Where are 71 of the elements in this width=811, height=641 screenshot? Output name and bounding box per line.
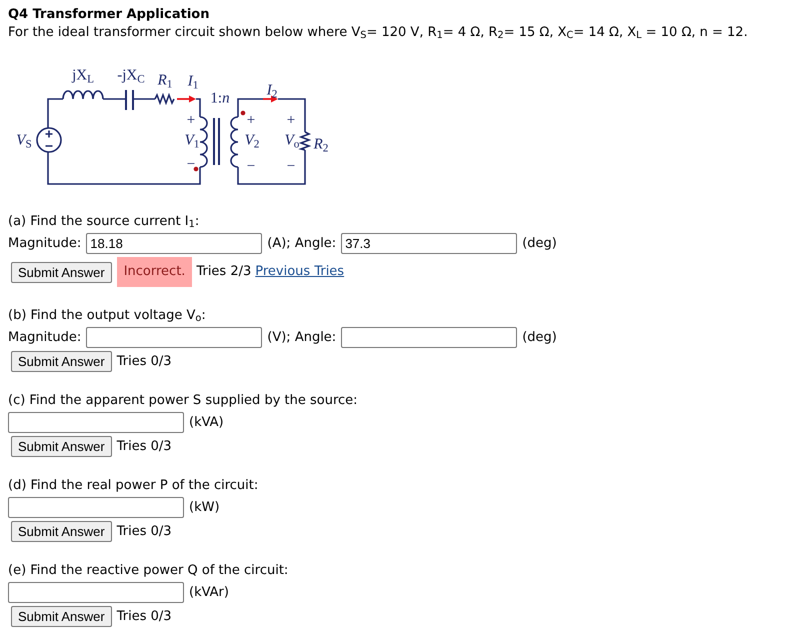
- answer-field[interactable]: [8, 497, 184, 518]
- resistor-symbol: [298, 131, 312, 151]
- polarity-dot-icon: [240, 110, 246, 116]
- voltage-label: V$_{2}$: [244, 134, 260, 148]
- question-title: Q4 Transformer Application: [8, 6, 210, 24]
- answer-field[interactable]: 37.3: [341, 233, 518, 254]
- polarity-sign: −: [246, 160, 256, 174]
- circuit-wire: [237, 150, 306, 185]
- transformer-core: [213, 117, 220, 166]
- question-prompt: (a) Find the source current I$_{1}$:: [8, 213, 200, 231]
- field-label: Magnitude:: [8, 328, 82, 346]
- current-arrow: [177, 96, 196, 102]
- polarity-sign: +: [246, 114, 256, 128]
- voltage-label: V$_{S}$: [16, 134, 32, 148]
- field-label: (deg): [522, 328, 557, 346]
- field-label: (A); Angle:: [267, 234, 336, 252]
- voltage-source-symbol: [36, 127, 62, 153]
- resistor-label: R$_{1}$: [158, 74, 172, 88]
- secondary-coil: [230, 116, 239, 168]
- current-label: I$_{2}$: [266, 84, 278, 98]
- answer-field[interactable]: [8, 412, 184, 433]
- question-prompt: (c) Find the apparent power S supplied by the source:: [8, 392, 359, 410]
- field-label: Magnitude:: [8, 234, 82, 252]
- circuit-wire: [103, 98, 126, 100]
- field-label: (V); Angle:: [267, 328, 336, 346]
- circuit-wire: [133, 98, 155, 100]
- turns-ratio-label: 1:n: [210, 92, 230, 106]
- field-label: (deg): [522, 234, 557, 252]
- submit-button[interactable]: Submit Answer: [11, 351, 112, 372]
- resistor-symbol: [154, 92, 175, 106]
- answer-field[interactable]: [86, 327, 262, 348]
- current-arrow: [263, 96, 278, 102]
- tries-counter: Tries 0/3: [116, 608, 172, 626]
- tries-counter: Tries 0/3: [116, 522, 172, 540]
- reactance-label: -jX$_{C}$: [117, 68, 145, 84]
- field-label: (kW): [189, 498, 220, 516]
- circuit-wire: [196, 98, 201, 117]
- current-label: I$_{1}$: [188, 74, 198, 90]
- field-label: (kVAr): [189, 584, 229, 602]
- polarity-sign: −: [286, 160, 296, 174]
- question-text: For the ideal transformer circuit shown below where V$_{S}$= 120 V, R$_{1}$= 4 Ω, R$_{2}$= 15 Ω, X$_{C}$= 14 Ω, X$_{L}$ = 10 Ω, n = 12.: [8, 24, 749, 42]
- tries-counter: Tries 0/3: [116, 438, 172, 456]
- circuit-wire: [237, 98, 263, 117]
- polarity-dot-icon: [194, 166, 198, 172]
- question-prompt: (e) Find the reactive power Q of the circuit:: [8, 562, 290, 580]
- field-label: (kVA): [189, 414, 224, 432]
- circuit-wire: [278, 98, 306, 132]
- question-prompt: (b) Find the output voltage V$_{o}$:: [8, 307, 207, 325]
- reactance-label: jX$_{L}$: [72, 68, 94, 84]
- answer-field[interactable]: [8, 582, 184, 603]
- submit-button[interactable]: Submit Answer: [11, 436, 112, 457]
- polarity-sign: +: [186, 114, 196, 128]
- tries-counter: Tries 2/3: [196, 263, 252, 281]
- circuit-wire: [47, 98, 63, 128]
- submit-button[interactable]: Submit Answer: [11, 262, 112, 282]
- capacitor-symbol: [125, 89, 134, 111]
- tries-counter: Tries 0/3: [116, 352, 172, 370]
- answer-field[interactable]: 18.18: [86, 233, 262, 254]
- question-prompt: (d) Find the real power P of the circuit:: [8, 477, 260, 495]
- submit-button[interactable]: Submit Answer: [11, 521, 112, 542]
- voltage-label: V$_{1}$: [184, 134, 200, 148]
- voltage-label: V$_{o}$: [284, 134, 300, 148]
- feedback-message: Incorrect.: [116, 257, 192, 287]
- submit-button[interactable]: Submit Answer: [11, 606, 112, 627]
- resistor-label: R$_{2}$: [314, 138, 328, 152]
- inductor-symbol: [62, 90, 104, 100]
- polarity-sign: −: [186, 158, 196, 172]
- answer-field[interactable]: [341, 327, 518, 348]
- polarity-sign: +: [286, 114, 296, 128]
- primary-coil: [199, 116, 208, 168]
- previous-tries-link[interactable]: Previous Tries: [255, 263, 344, 281]
